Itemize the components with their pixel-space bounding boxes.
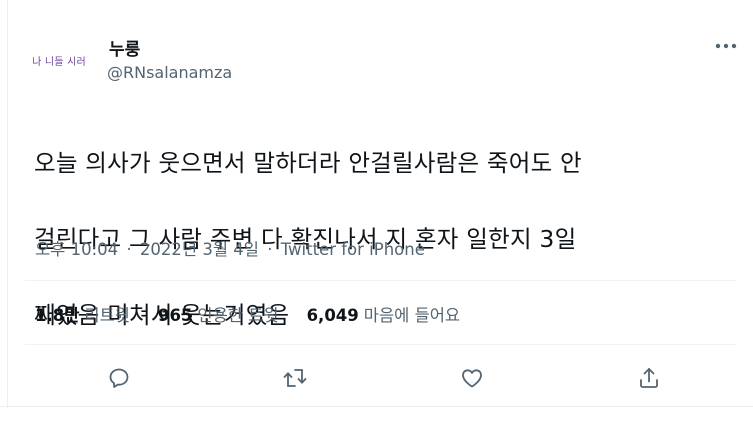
retweets-count: 1.8만 bbox=[35, 306, 80, 325]
quotes-count: 965 bbox=[157, 306, 193, 325]
likes-count: 6,049 bbox=[306, 306, 359, 325]
likes-stat[interactable]: 6,049 마음에 들어요 bbox=[307, 302, 461, 326]
meta-separator: · bbox=[267, 240, 273, 259]
tweet-actions bbox=[0, 364, 753, 392]
author-handle[interactable]: @RNsalanamza bbox=[107, 63, 232, 82]
like-button[interactable] bbox=[457, 364, 487, 392]
more-options-button[interactable] bbox=[712, 36, 740, 56]
quotes-stat[interactable]: 965 인용한 트윗 bbox=[158, 302, 279, 326]
quotes-label: 인용한 트윗 bbox=[197, 306, 279, 325]
divider bbox=[25, 280, 737, 281]
tweet-date[interactable]: 2022년 3월 4일 bbox=[140, 240, 259, 259]
tweet-time[interactable]: 오후 10:04 bbox=[35, 240, 118, 259]
avatar-text: 나 니들 시러 bbox=[32, 56, 86, 68]
retweet-icon bbox=[283, 369, 307, 387]
retweets-label: 리트윗 bbox=[84, 306, 130, 325]
tweet-source[interactable]: Twitter for iPhone bbox=[281, 240, 425, 259]
tweet-meta: 오후 10:04 · 2022년 3월 4일 · Twitter for iPh… bbox=[35, 236, 425, 260]
heart-icon bbox=[462, 369, 482, 388]
tweet-text-line: 오늘 의사가 웃으면서 말하더라 안걸릴사람은 죽어도 안 bbox=[34, 149, 582, 177]
likes-label: 마음에 들어요 bbox=[363, 306, 461, 325]
share-button[interactable] bbox=[634, 364, 664, 392]
more-horizontal-icon bbox=[715, 43, 737, 49]
tweet-card: 나 니들 시러 누룽 @RNsalanamza 오늘 의사가 웃으면서 말하더라… bbox=[0, 0, 753, 434]
share-icon bbox=[640, 368, 658, 388]
reply-icon bbox=[109, 368, 129, 388]
avatar[interactable]: 나 니들 시러 bbox=[20, 32, 98, 88]
card-border-left bbox=[7, 0, 8, 408]
tweet-stats: 1.8만 리트윗 965 인용한 트윗 6,049 마음에 들어요 bbox=[35, 302, 488, 326]
card-border-bottom bbox=[0, 406, 753, 407]
reply-button[interactable] bbox=[104, 364, 134, 392]
meta-separator: · bbox=[126, 240, 132, 259]
retweet-button[interactable] bbox=[280, 364, 310, 392]
author-display-name[interactable]: 누룽 bbox=[109, 35, 140, 60]
divider bbox=[25, 344, 737, 345]
retweets-stat[interactable]: 1.8만 리트윗 bbox=[35, 302, 130, 326]
